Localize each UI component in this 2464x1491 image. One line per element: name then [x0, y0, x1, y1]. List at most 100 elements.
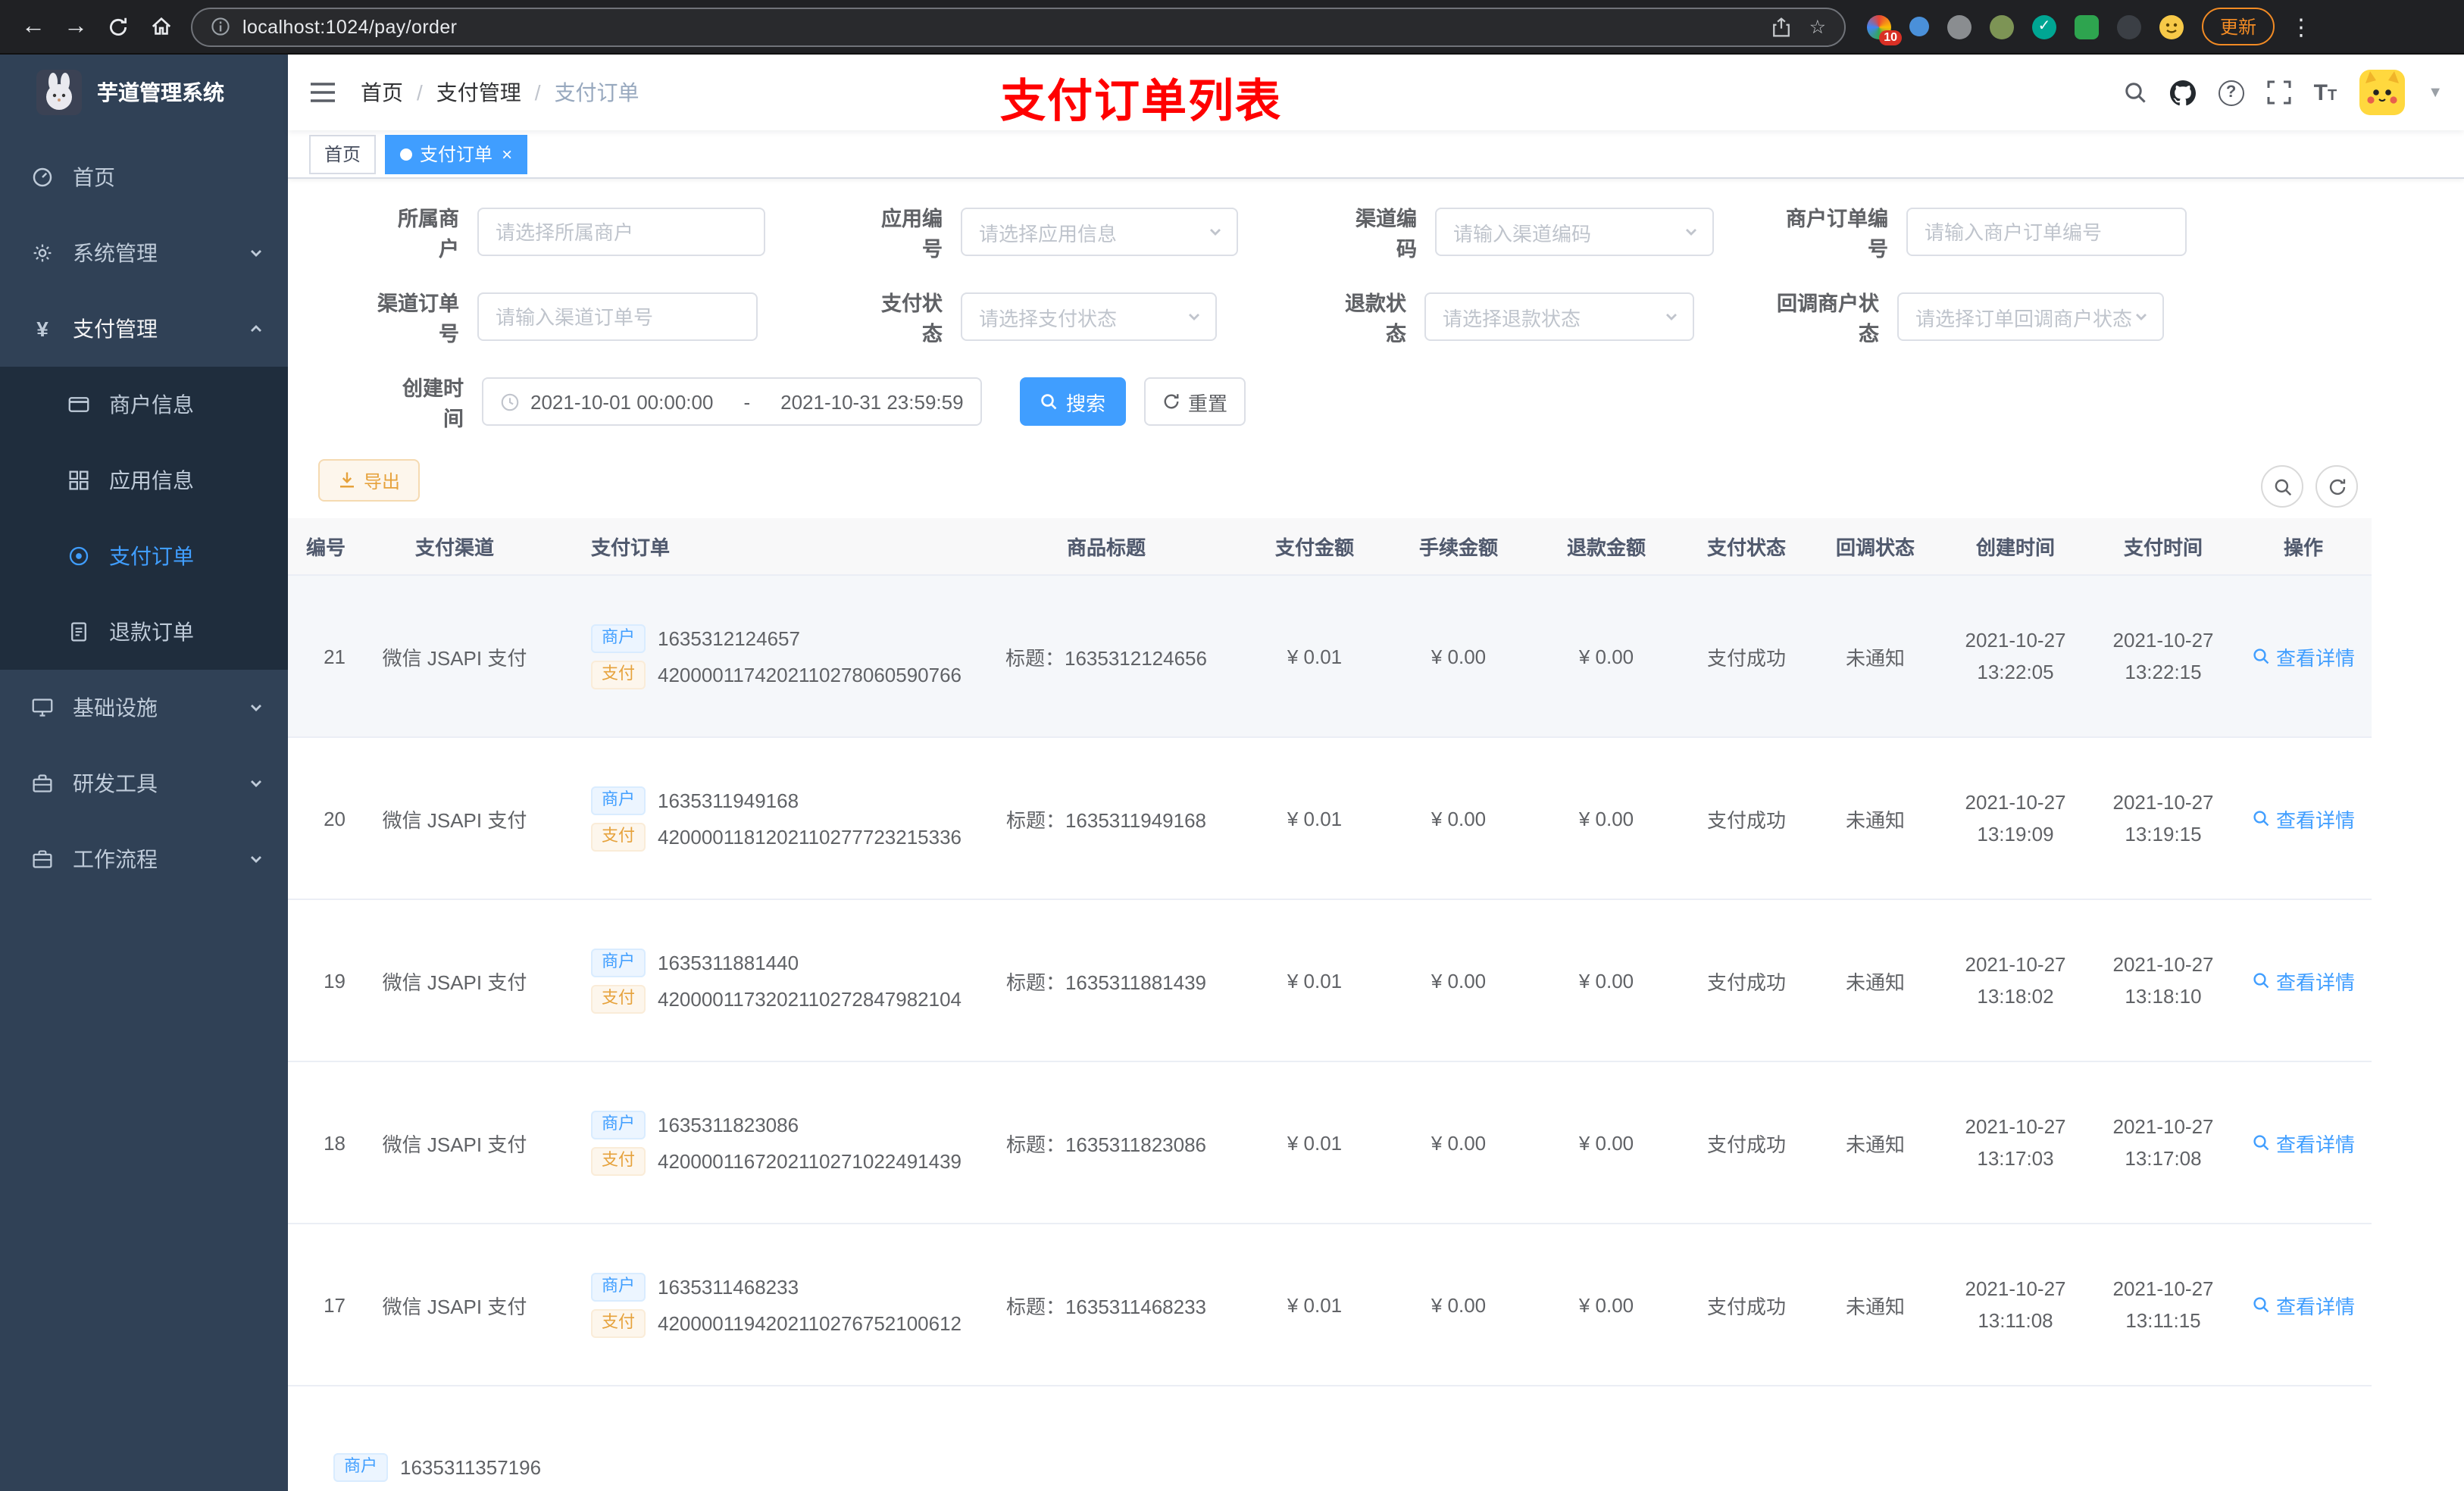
sidebar-item-payment[interactable]: ¥ 支付管理	[0, 291, 288, 367]
sidebar-item-workflow[interactable]: 工作流程	[0, 821, 288, 897]
cell-channel: 微信 JSAPI 支付	[382, 1295, 527, 1318]
breadcrumb-home[interactable]: 首页	[361, 77, 403, 108]
font-size-icon[interactable]: TT	[2314, 80, 2337, 105]
cell-refund: ¥ 0.00	[1578, 807, 1634, 830]
forward-icon[interactable]: →	[55, 5, 97, 48]
col-header-id: 编号	[305, 536, 346, 559]
merchant-order-no: 1635311881440	[658, 951, 799, 974]
extension-check-icon[interactable]: ✓	[2032, 14, 2056, 39]
cell-notify: 未通知	[1845, 1133, 1905, 1155]
extension-olive-icon[interactable]	[1990, 14, 2014, 39]
channel-pay-no: 4200001194202110276752100612	[658, 1311, 962, 1334]
reset-button[interactable]: 重置	[1144, 377, 1246, 426]
tab-home[interactable]: 首页	[309, 134, 377, 173]
cell-id: 18	[324, 1131, 346, 1154]
chevron-down-icon	[249, 852, 264, 867]
cell-id: 19	[324, 969, 346, 992]
sidebar-item-system[interactable]: 系统管理	[0, 215, 288, 291]
cell-refund: ¥ 0.00	[1578, 1293, 1634, 1316]
refund-status-select[interactable]: 请选择退款状态	[1424, 292, 1694, 341]
tab-pay-order[interactable]: 支付订单 ×	[385, 134, 528, 173]
pay-tag: 支付	[591, 984, 646, 1013]
main-content: 所属商户 应用编号 请选择应用信息 渠道编码 请输入渠道编码 商户订单编号	[288, 179, 2464, 1491]
sidebar-item-merchant-info[interactable]: 商户信息	[0, 367, 288, 442]
table-row: 17 微信 JSAPI 支付 商户 1635311468233 支付 42000…	[288, 1224, 2372, 1386]
view-detail-link[interactable]: 查看详情	[2252, 966, 2355, 995]
channel-pay-no: 4200001173202110272847982104	[658, 987, 962, 1010]
app-id-select[interactable]: 请选择应用信息	[961, 208, 1238, 256]
browser-update-button[interactable]: 更新	[2202, 8, 2275, 45]
extensions-strip: 10 ✓	[1867, 14, 2184, 45]
extension-chat-icon[interactable]	[2075, 14, 2099, 39]
merchant-tag: 商户	[591, 786, 646, 814]
col-header-status: 支付状态	[1706, 536, 1786, 559]
navbar-actions: ? TT ▼	[2123, 70, 2443, 115]
back-icon[interactable]: ←	[12, 5, 55, 48]
table-row: 20 微信 JSAPI 支付 商户 1635311949168 支付 42000…	[288, 738, 2372, 900]
close-icon[interactable]: ×	[502, 145, 512, 163]
info-icon[interactable]	[211, 17, 230, 36]
search-icon[interactable]	[2123, 80, 2147, 105]
cell-pay-time: 2021-10-27 13:22:15	[2112, 629, 2214, 683]
cell-amount: ¥ 0.01	[1287, 1293, 1343, 1316]
sidebar-item-refund-order[interactable]: 退款订单	[0, 594, 288, 670]
field-label: 商户订单编号	[1786, 208, 1888, 261]
field-label: 回调商户状态	[1777, 292, 1879, 345]
refresh-table-button[interactable]	[2315, 465, 2358, 508]
extension-dark-icon[interactable]	[2117, 14, 2141, 39]
breadcrumb-separator: /	[534, 80, 541, 105]
merchant-tag: 商户	[591, 948, 646, 977]
pay-status-select[interactable]: 请选择支付状态	[961, 292, 1217, 341]
callback-status-select[interactable]: 请选择订单回调商户状态	[1897, 292, 2164, 341]
dashboard-icon	[30, 167, 55, 188]
view-detail-link[interactable]: 查看详情	[2252, 642, 2355, 670]
active-dot-icon	[400, 148, 413, 160]
merchant-order-no-input[interactable]	[1906, 208, 2187, 256]
address-bar[interactable]: localhost:1024/pay/order ☆	[191, 7, 1846, 46]
view-detail-link[interactable]: 查看详情	[2252, 1290, 2355, 1319]
table-row: 商户 1635311357196	[288, 1386, 2372, 1491]
avatar[interactable]	[2359, 70, 2406, 115]
cell-notify: 未通知	[1845, 646, 1905, 669]
sidebar-item-infrastructure[interactable]: 基础设施	[0, 670, 288, 746]
chevron-up-icon	[249, 321, 264, 336]
sidebar-item-app-info[interactable]: 应用信息	[0, 442, 288, 518]
cell-order: 商户 1635311823086 支付 42000011672021102710…	[546, 1102, 970, 1183]
share-icon[interactable]	[1771, 16, 1791, 37]
help-icon[interactable]: ?	[2218, 80, 2244, 105]
sidebar-item-home[interactable]: 首页	[0, 139, 288, 215]
breadcrumb-section[interactable]: 支付管理	[436, 77, 521, 108]
kebab-menu-icon[interactable]: ⋮	[2290, 13, 2312, 40]
chevron-down-icon	[1664, 309, 1679, 324]
sidebar-logo[interactable]: 芋道管理系统	[0, 55, 288, 130]
reload-icon[interactable]	[97, 5, 139, 48]
view-detail-link[interactable]: 查看详情	[2252, 804, 2355, 833]
channel-order-no-input[interactable]	[477, 292, 758, 341]
toggle-search-button[interactable]	[2261, 465, 2303, 508]
col-header-channel: 支付渠道	[414, 536, 494, 559]
col-header-action: 操作	[2283, 536, 2323, 559]
fullscreen-icon[interactable]	[2267, 80, 2291, 105]
export-button[interactable]: 导出	[318, 459, 421, 502]
bookmark-star-icon[interactable]: ☆	[1809, 15, 1826, 38]
sidebar-item-pay-order[interactable]: 支付订单	[0, 518, 288, 594]
owner-merchant-input[interactable]	[477, 208, 765, 256]
payment-submenu: 商户信息 应用信息 支付订单 退款订单	[0, 367, 288, 670]
github-icon[interactable]	[2169, 80, 2196, 105]
view-detail-link[interactable]: 查看详情	[2252, 1128, 2355, 1157]
hamburger-icon[interactable]	[309, 80, 336, 105]
extension-drop-icon[interactable]	[1909, 17, 1929, 36]
cell-title: 标题：1635311823086	[1005, 1133, 1207, 1155]
channel-code-select[interactable]: 请输入渠道编码	[1435, 208, 1714, 256]
cell-pay-time: 2021-10-27 13:18:10	[2112, 953, 2214, 1008]
cell-fee: ¥ 0.00	[1431, 1293, 1487, 1316]
extension-colorful-icon[interactable]: 10	[1867, 14, 1902, 45]
search-button[interactable]: 搜索	[1020, 377, 1126, 426]
caret-down-icon[interactable]: ▼	[2428, 84, 2443, 101]
extension-smiley-icon[interactable]	[2159, 14, 2184, 39]
extension-gray-icon[interactable]	[1947, 14, 1972, 39]
breadcrumb: 首页 / 支付管理 / 支付订单	[361, 77, 639, 108]
date-range-picker[interactable]: 2021-10-01 00:00:00 - 2021-10-31 23:59:5…	[482, 377, 982, 426]
sidebar-item-dev-tools[interactable]: 研发工具	[0, 746, 288, 821]
home-icon[interactable]	[139, 5, 182, 48]
